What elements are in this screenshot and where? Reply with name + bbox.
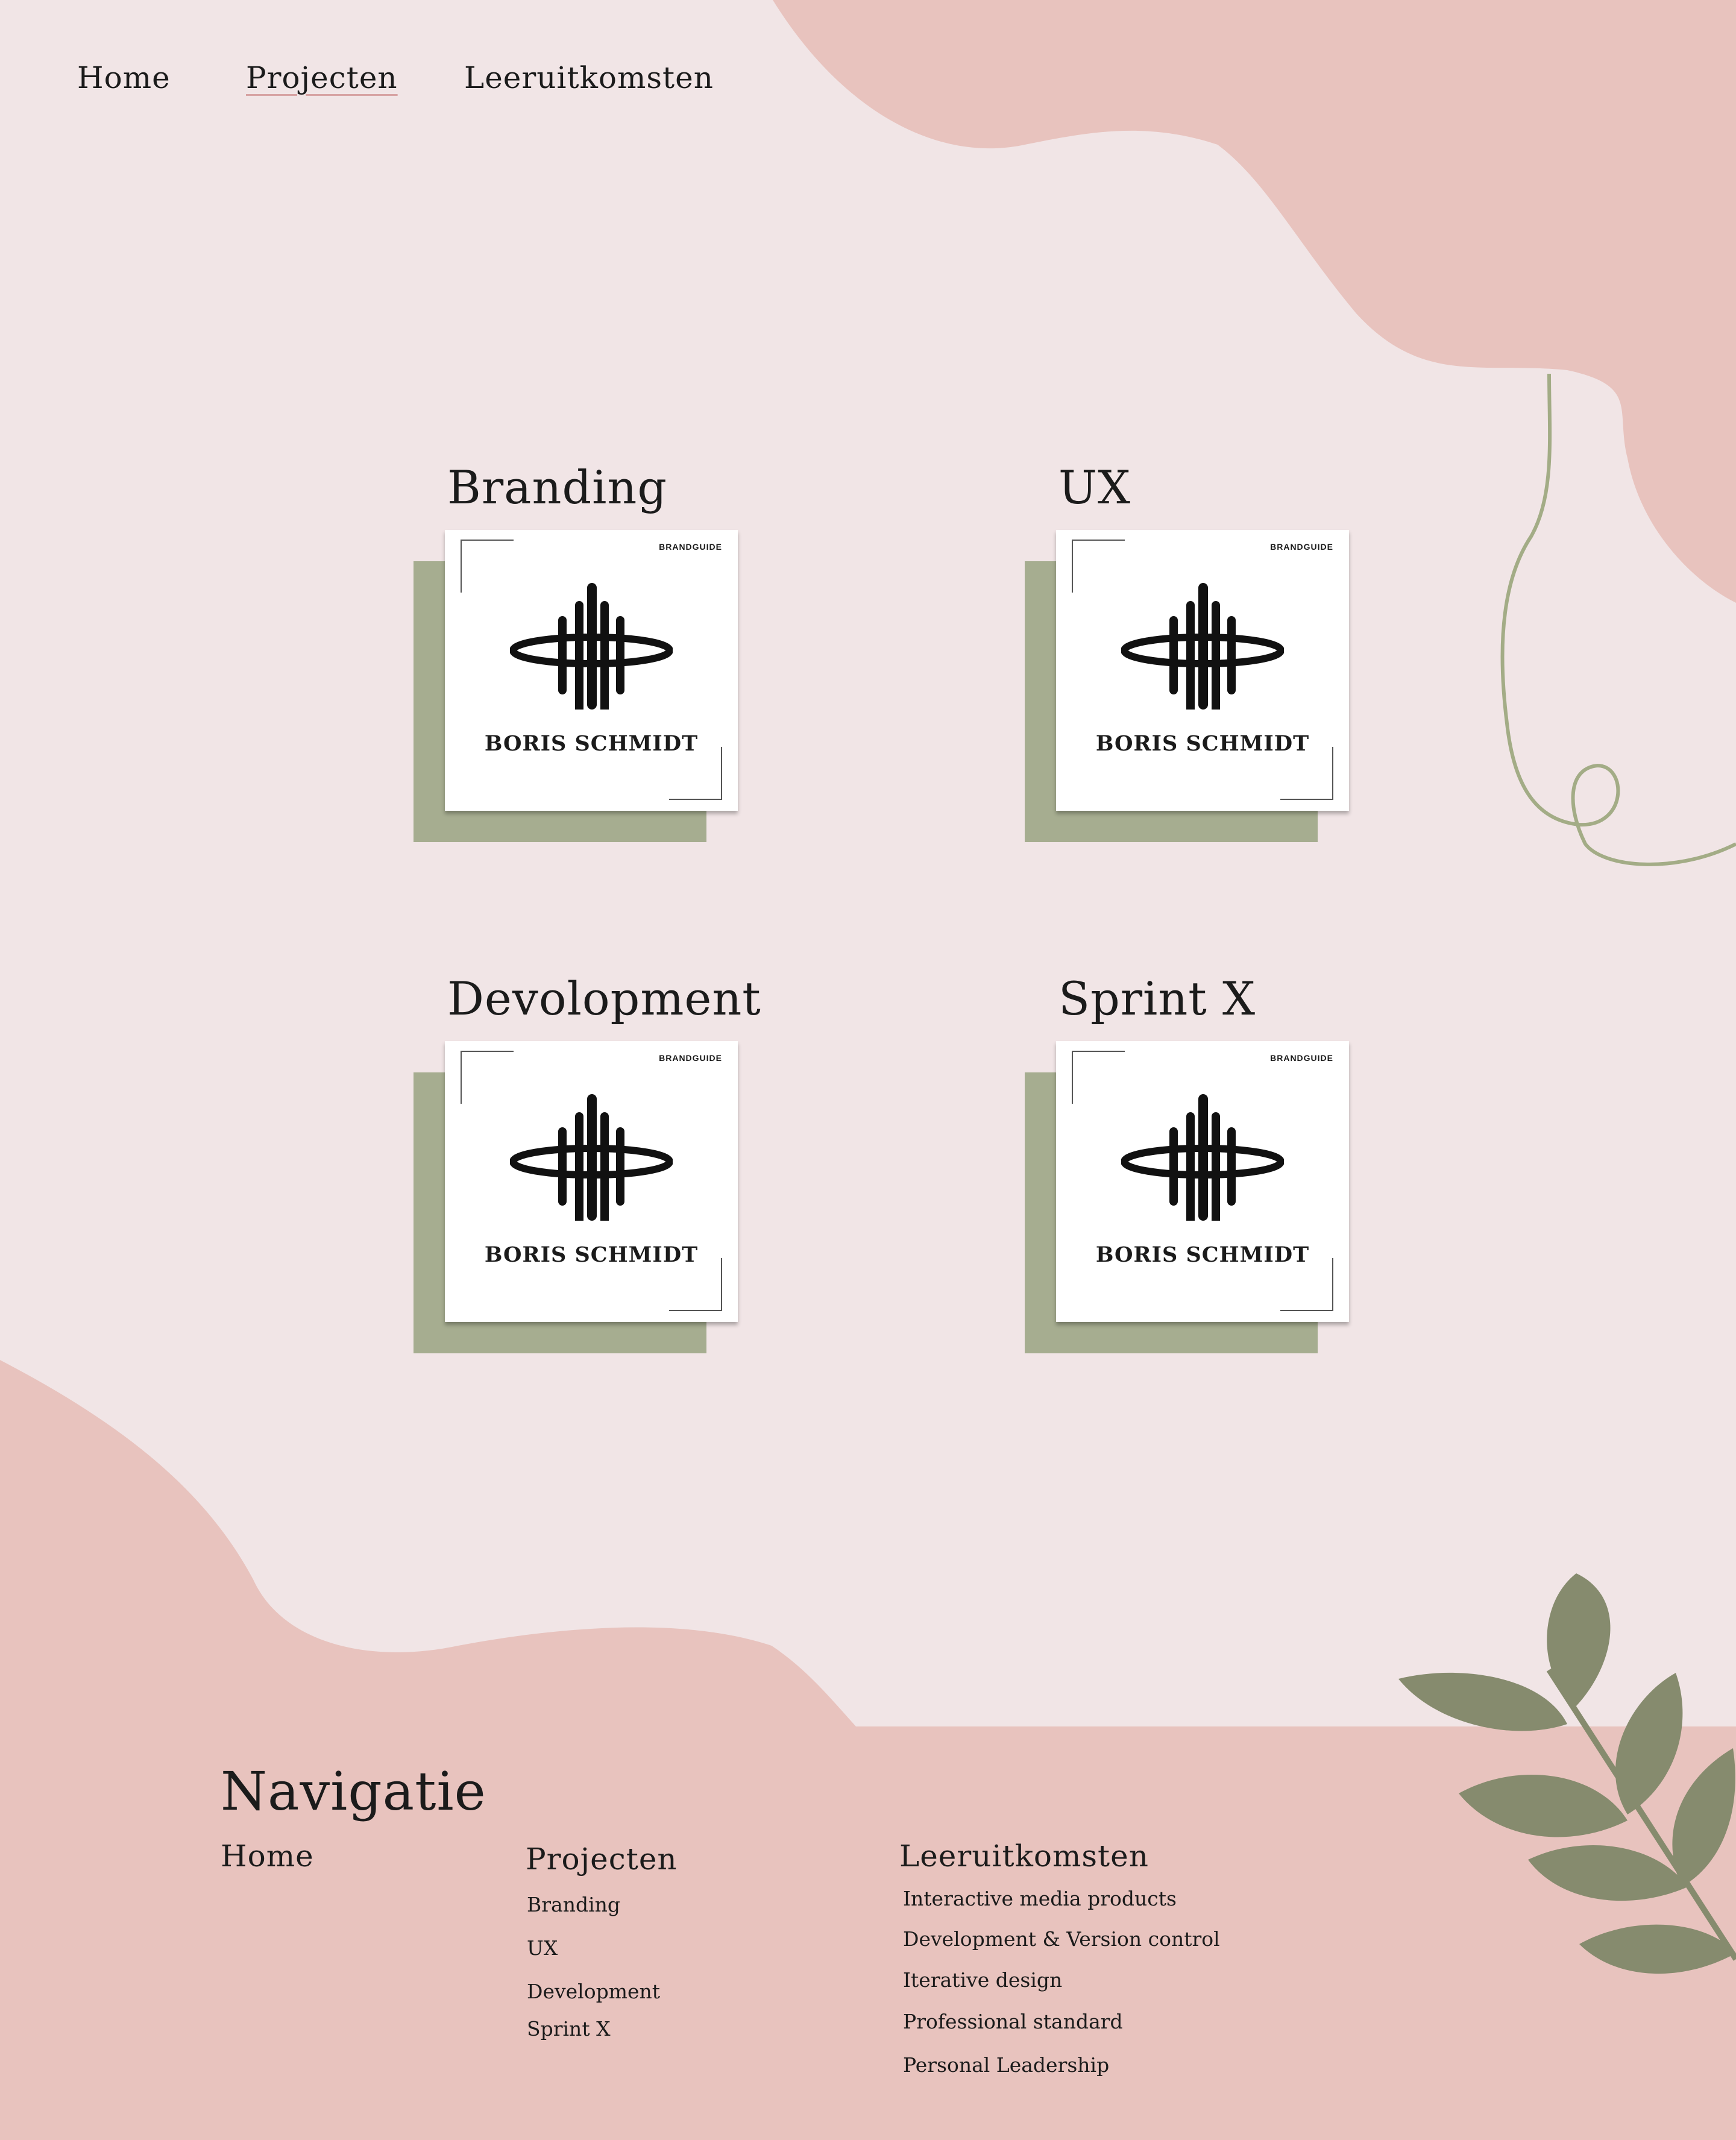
brand-logo-icon: [510, 1094, 673, 1221]
footer-link-development-version-control[interactable]: Development & Version control: [903, 1927, 1220, 1951]
corner-mark: [461, 540, 514, 593]
project-title: Sprint X: [1058, 972, 1256, 1025]
brand-logo-icon: [1121, 1094, 1284, 1221]
project-thumbnail[interactable]: BRANDGUIDE BORIS SCHMIDT: [1056, 530, 1349, 811]
tile-label: BRANDGUIDE: [659, 542, 722, 552]
footer-link-branding[interactable]: Branding: [527, 1893, 620, 1916]
footer-link-professional-standard[interactable]: Professional standard: [903, 2010, 1123, 2033]
project-card-development[interactable]: Devolopment BRANDGUIDE BORIS SCHMIDT: [414, 972, 761, 1353]
footer-leeruitkomsten-heading[interactable]: Leeruitkomsten: [899, 1839, 1149, 1874]
footer-link-sprint-x[interactable]: Sprint X: [527, 2017, 611, 2041]
project-card-sprint-x[interactable]: Sprint X BRANDGUIDE BORIS SCHMIDT: [1025, 972, 1350, 1353]
project-thumbnail[interactable]: BRANDGUIDE BORIS SCHMIDT: [445, 1041, 738, 1322]
footer-link-iterative-design[interactable]: Iterative design: [903, 1968, 1062, 1992]
corner-mark: [461, 1051, 514, 1104]
footer-link-ux[interactable]: UX: [527, 1936, 558, 1960]
project-title: UX: [1058, 461, 1131, 514]
footer-home-link[interactable]: Home: [221, 1839, 314, 1874]
project-thumbnail[interactable]: BRANDGUIDE BORIS SCHMIDT: [445, 530, 738, 811]
project-card-ux[interactable]: UX BRANDGUIDE BORIS SCHMIDT: [1025, 461, 1350, 842]
corner-mark: [669, 1258, 722, 1311]
footer-projecten-heading[interactable]: Projecten: [526, 1842, 678, 1877]
nav-home-link[interactable]: Home: [77, 60, 171, 95]
footer-title: Navigatie: [221, 1760, 486, 1822]
nav-leeruitkomsten-link[interactable]: Leeruitkomsten: [464, 60, 714, 95]
project-thumbnail[interactable]: BRANDGUIDE BORIS SCHMIDT: [1056, 1041, 1349, 1322]
project-title: Devolopment: [447, 972, 761, 1025]
footer-link-development[interactable]: Development: [527, 1980, 660, 2003]
corner-mark: [1280, 747, 1333, 800]
corner-mark: [669, 747, 722, 800]
footer-link-interactive-media[interactable]: Interactive media products: [903, 1887, 1177, 1910]
project-title: Branding: [447, 461, 667, 514]
nav-projecten-link[interactable]: Projecten: [246, 60, 398, 95]
project-card-branding[interactable]: Branding BRANDGUIDE BORIS SCHMIDT: [414, 461, 739, 842]
bottom-left-blob: [0, 1360, 1736, 2140]
brand-logo-icon: [510, 583, 673, 710]
tile-label: BRANDGUIDE: [1270, 542, 1333, 552]
brand-logo-icon: [1121, 583, 1284, 710]
tile-label: BRANDGUIDE: [659, 1053, 722, 1063]
page: Home Projecten Leeruitkomsten Branding B…: [0, 0, 1736, 2140]
footer-link-personal-leadership[interactable]: Personal Leadership: [903, 2053, 1109, 2077]
corner-mark: [1072, 540, 1125, 593]
tile-label: BRANDGUIDE: [1270, 1053, 1333, 1063]
corner-mark: [1072, 1051, 1125, 1104]
corner-mark: [1280, 1258, 1333, 1311]
